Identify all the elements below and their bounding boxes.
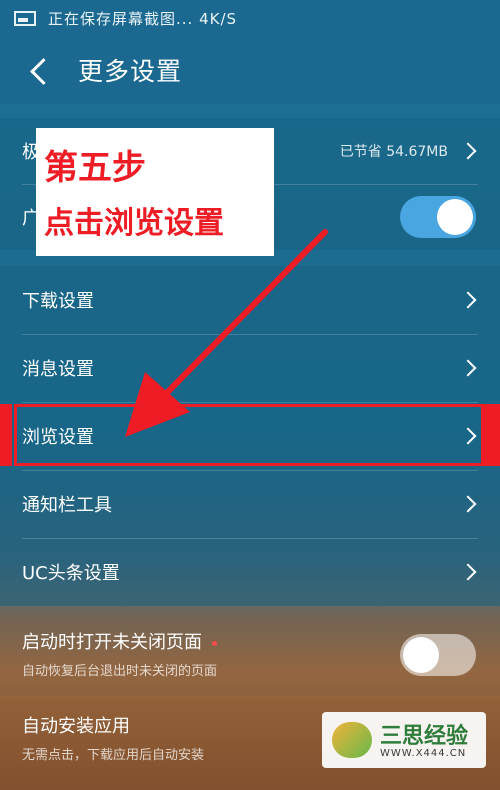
watermark: 三思经验 WWW.X444.CN [322,712,486,768]
pointer-arrow-icon [125,229,328,437]
watermark-logo-icon [332,722,372,758]
watermark-url: WWW.X444.CN [380,748,467,759]
watermark-title: 三思经验 [380,724,469,749]
